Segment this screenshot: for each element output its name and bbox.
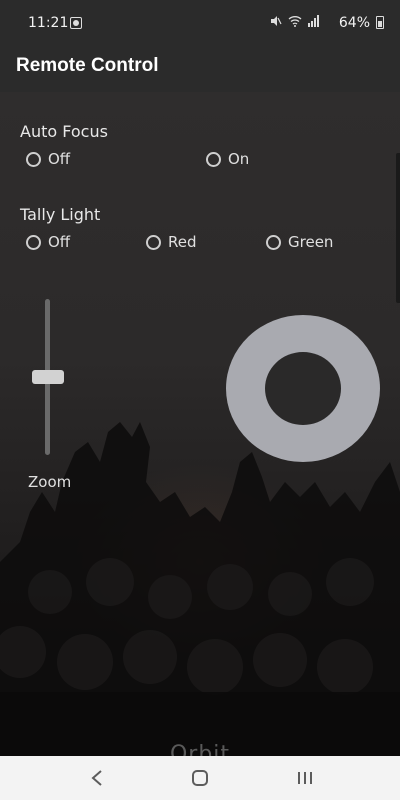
- back-button[interactable]: [67, 762, 127, 794]
- brand-watermark: Orbit: [169, 742, 231, 756]
- camera-notification-icon: [70, 17, 82, 29]
- recents-button[interactable]: [275, 762, 335, 794]
- zoom-slider-thumb[interactable]: [32, 370, 64, 384]
- radio-circle-icon: [266, 234, 281, 250]
- radio-circle-icon: [26, 234, 41, 250]
- pan-tilt-joystick[interactable]: [226, 315, 380, 462]
- radio-circle-icon: [26, 151, 41, 167]
- system-nav-bar: [0, 756, 400, 800]
- zoom-label: Zoom: [28, 473, 72, 491]
- page-title: Remote Control: [16, 55, 159, 76]
- tally-green-radio[interactable]: Green: [266, 233, 333, 251]
- remote-control-panel: Auto Focus Off On Tally Light Off Red Gr…: [0, 92, 400, 756]
- status-time: 11:21: [28, 15, 69, 31]
- tally-off-radio[interactable]: Off: [26, 233, 70, 251]
- radio-circle-icon: [206, 151, 221, 167]
- auto-focus-on-radio[interactable]: On: [206, 150, 249, 168]
- home-icon: [192, 770, 208, 786]
- app-bar: Remote Control: [0, 46, 400, 92]
- home-button[interactable]: [170, 762, 230, 794]
- back-icon: [91, 770, 102, 786]
- status-indicators: [270, 15, 320, 30]
- radio-label: On: [228, 150, 250, 168]
- mute-icon: [270, 16, 282, 26]
- radio-circle-icon: [146, 234, 161, 250]
- radio-label: Red: [168, 233, 197, 251]
- signal-icon: [308, 15, 319, 27]
- radio-label: Green: [288, 233, 334, 251]
- radio-label: Off: [48, 150, 71, 168]
- auto-focus-off-radio[interactable]: Off: [26, 150, 70, 168]
- joystick-knob[interactable]: [265, 352, 341, 425]
- side-drawer-handle[interactable]: [396, 153, 400, 303]
- recents-icon: [298, 772, 312, 784]
- radio-label: Off: [48, 233, 71, 251]
- battery-percent: 64%: [338, 15, 370, 31]
- auto-focus-label: Auto Focus: [20, 122, 108, 141]
- tally-red-radio[interactable]: Red: [146, 233, 197, 251]
- battery-icon: [376, 16, 384, 29]
- status-bar: 11:21 64%: [0, 0, 400, 46]
- tally-light-label: Tally Light: [20, 205, 101, 224]
- wifi-icon: [288, 16, 302, 27]
